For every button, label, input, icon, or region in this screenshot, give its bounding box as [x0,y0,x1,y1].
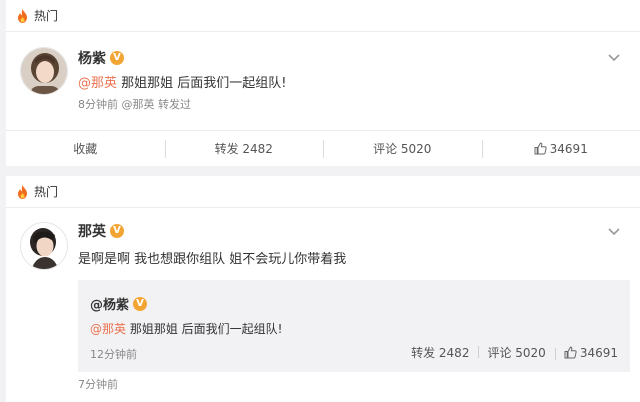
avatar-image [21,223,67,269]
thumbs-up-icon [534,142,547,155]
avatar-image [21,48,67,94]
fire-icon [18,8,27,23]
hot-header: 热门 [6,0,640,32]
repost-author[interactable]: @杨紫 V [90,294,148,313]
author-name[interactable]: 杨紫 V [78,48,124,68]
verified-badge-icon: V [110,224,124,238]
repost-like-count: 34691 [579,345,618,360]
repost-box[interactable]: @杨紫 V @那英 那姐那姐 后面我们一起组队! 12分钟前 转发 2482 评… [78,280,630,372]
mention-link[interactable]: @那英 [90,322,126,336]
repost-like-button[interactable]: 34691 [554,345,618,360]
chevron-down-icon[interactable] [608,54,620,62]
author-name-text[interactable]: 那英 [78,221,106,241]
repost-stats: 转发 2482 评论 5020 34691 [402,344,618,361]
comment-button[interactable]: 评论 5020 [323,131,482,166]
repost-forward-button[interactable]: 转发 2482 [402,344,478,361]
repost-comment-label: 评论 5020 [487,346,546,360]
verified-badge-icon: V [133,296,148,311]
repost-time: 12分钟前 [90,348,137,361]
comment-label: 评论 5020 [373,142,432,156]
author-name[interactable]: 那英 V [78,221,124,241]
post-card-yangzi: 热门 杨紫 V @那英 那姐那姐 后面我们一起组队! 8分钟前 @那英 转发过 … [6,0,640,166]
hot-label: 热门 [34,185,59,199]
avatar[interactable] [20,222,68,270]
post-meta: 8分钟前 @那英 转发过 [78,98,191,111]
post-card-naying: 热门 那英 V 是啊是啊 我也想跟你组队 姐不会玩儿你带着我 @杨紫 V @那英… [6,176,640,402]
avatar[interactable] [20,47,68,95]
mention-link[interactable]: @那英 [78,76,117,91]
post-meta: 7分钟前 [78,378,118,391]
repost-body: 那姐那姐 后面我们一起组队! [126,322,283,336]
favorite-label: 收藏 [73,142,98,156]
post-text: @那英 那姐那姐 后面我们一起组队! [78,72,287,91]
forward-label: 转发 2482 [214,142,273,156]
repost-text: @那英 那姐那姐 后面我们一起组队! [90,320,282,337]
like-count: 34691 [549,141,588,156]
verified-badge-icon: V [110,51,124,65]
repost-author-text[interactable]: @杨紫 [90,294,129,313]
like-button[interactable]: 34691 [481,131,640,166]
favorite-button[interactable]: 收藏 [6,131,165,166]
thumbs-up-icon [564,346,577,359]
hot-label: 热门 [34,9,59,23]
forward-button[interactable]: 转发 2482 [164,131,324,166]
post-text: 是啊是啊 我也想跟你组队 姐不会玩儿你带着我 [78,252,347,267]
action-bar: 收藏 转发 2482 评论 5020 34691 [6,130,640,166]
repost-comment-button[interactable]: 评论 5020 [478,344,554,361]
repost-forward-label: 转发 2482 [411,346,470,360]
fire-icon [18,184,27,199]
post-body: 那姐那姐 后面我们一起组队! [117,76,287,91]
hot-header: 热门 [6,176,640,208]
chevron-down-icon[interactable] [608,228,620,236]
author-name-text[interactable]: 杨紫 [78,48,106,68]
